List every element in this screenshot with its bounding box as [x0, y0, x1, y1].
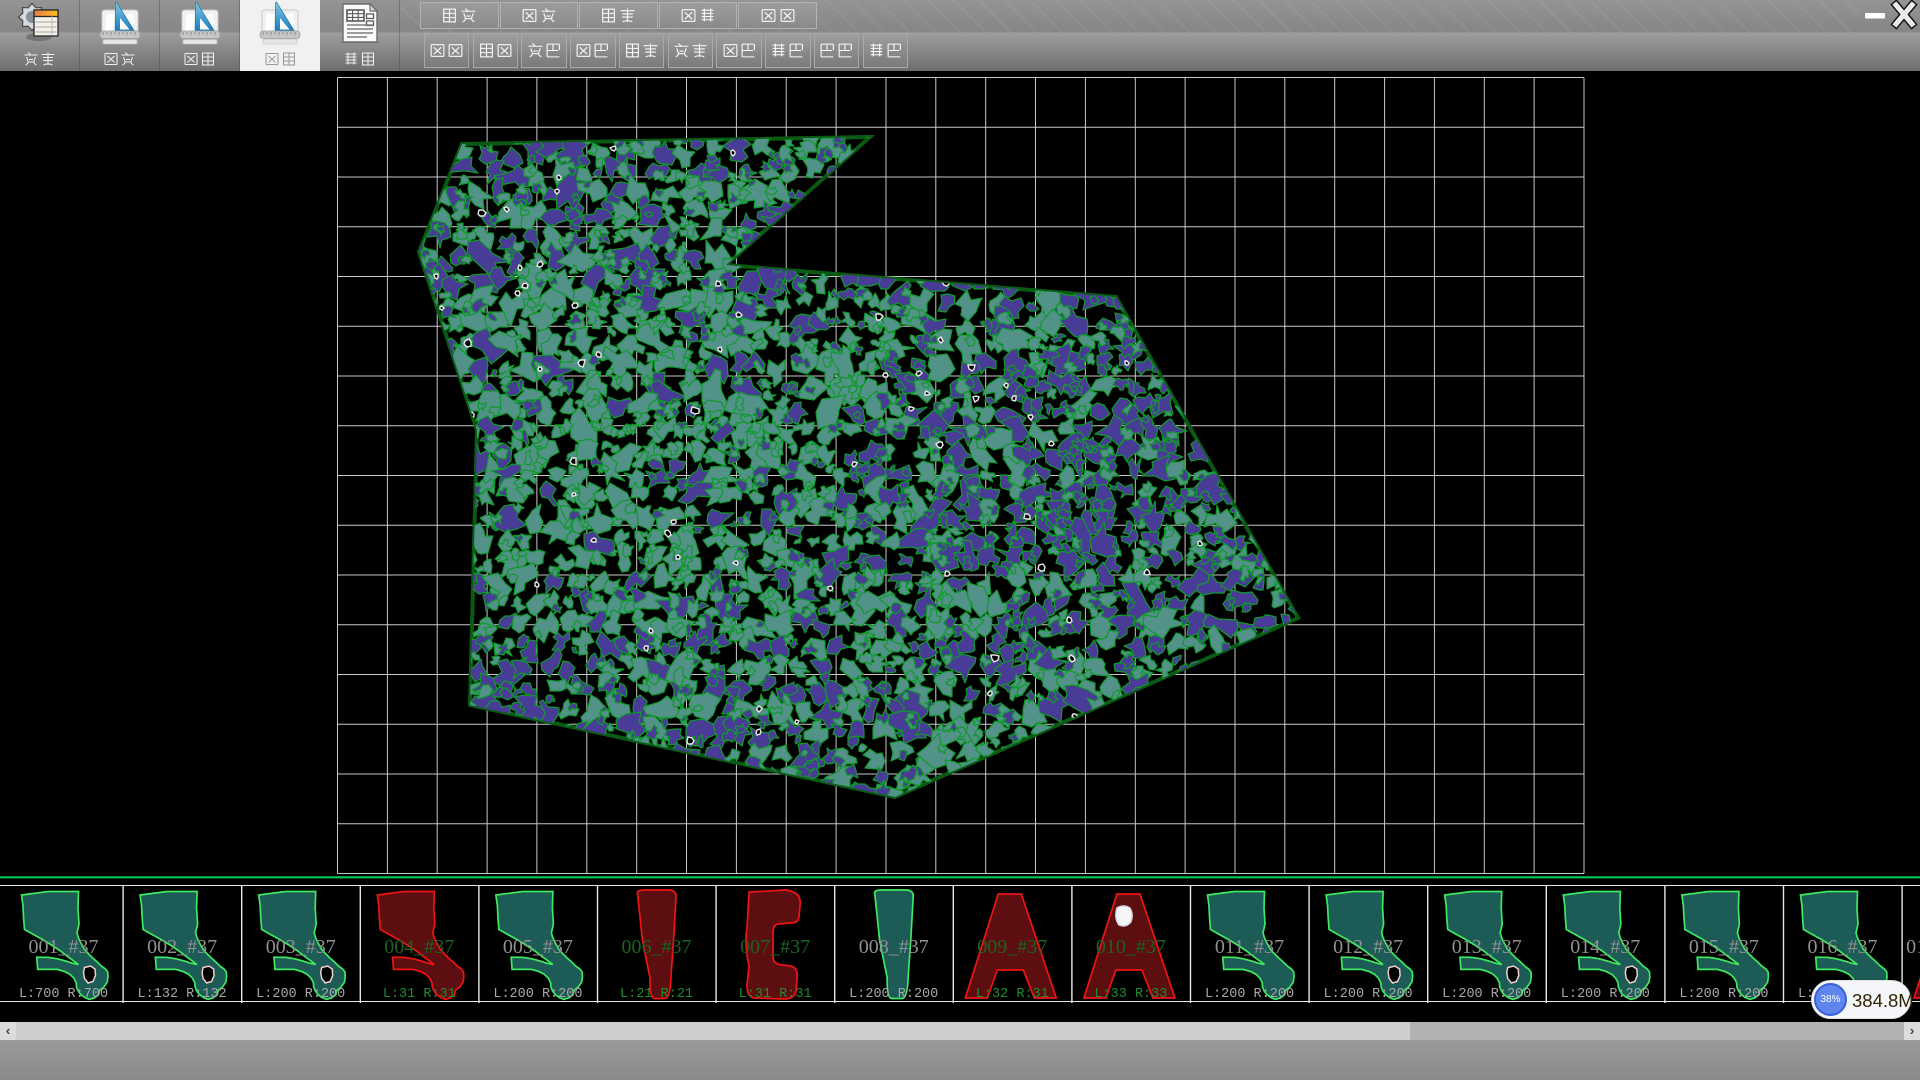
svg-text:011_#37: 011_#37: [1215, 936, 1284, 958]
svg-text:010_#37: 010_#37: [1096, 936, 1166, 958]
svg-text:001_#37: 001_#37: [29, 936, 99, 958]
svg-text:006_#37: 006_#37: [622, 936, 692, 958]
svg-text:L:33 R:33: L:33 R:33: [1094, 987, 1167, 1002]
svg-text:L:31 R:31: L:31 R:31: [383, 987, 456, 1002]
svg-text:L:132 R:132: L:132 R:132: [138, 987, 227, 1002]
svg-text:012_#37: 012_#37: [1333, 936, 1403, 958]
svg-text:L:200 R:200: L:200 R:200: [849, 987, 938, 1002]
svg-text:009_#37: 009_#37: [977, 936, 1047, 958]
svg-text:L:21 R:21: L:21 R:21: [620, 987, 693, 1002]
svg-text:004_#37: 004_#37: [384, 936, 454, 958]
svg-text:005_#37: 005_#37: [503, 936, 573, 958]
svg-text:L:31 R:31: L:31 R:31: [739, 987, 812, 1002]
svg-text:L:700 R:700: L:700 R:700: [19, 987, 108, 1002]
svg-text:013_#37: 013_#37: [1452, 936, 1522, 958]
svg-text:L:200 R:200: L:200 R:200: [1442, 987, 1531, 1002]
svg-text:L:200 R:200: L:200 R:200: [1205, 987, 1294, 1002]
svg-text:003_#37: 003_#37: [266, 936, 336, 958]
svg-text:L:200 R:200: L:200 R:200: [1324, 987, 1413, 1002]
svg-text:L:32 R:31: L:32 R:31: [976, 987, 1049, 1002]
svg-text:017_#37: 017_#37: [1906, 936, 1920, 958]
svg-text:L:200 R:200: L:200 R:200: [256, 987, 345, 1002]
svg-text:015_#37: 015_#37: [1689, 936, 1759, 958]
svg-text:014_#37: 014_#37: [1570, 936, 1640, 958]
svg-text:007_#37: 007_#37: [740, 936, 810, 958]
svg-text:L:200 R:200: L:200 R:200: [1679, 987, 1768, 1002]
svg-text:L:200 R:200: L:200 R:200: [493, 987, 582, 1002]
svg-text:002_#37: 002_#37: [147, 936, 217, 958]
svg-text:008_#37: 008_#37: [859, 936, 929, 958]
svg-text:L:200 R:200: L:200 R:200: [1561, 987, 1650, 1002]
svg-text:016_#37: 016_#37: [1808, 936, 1878, 958]
